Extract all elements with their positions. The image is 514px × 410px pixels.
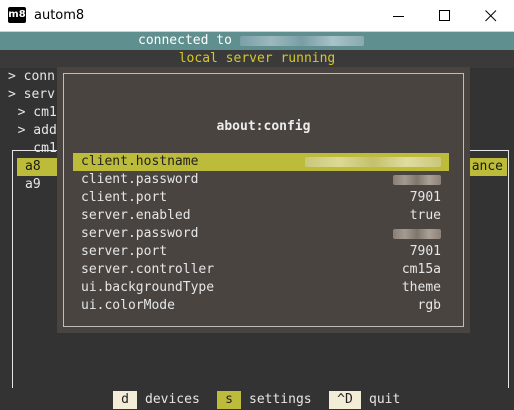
list-item-a8[interactable]: a8 [17, 158, 60, 176]
about-config-dialog: about:config client.hostname client.passw… [57, 67, 470, 333]
footer-shortcuts: d devices s settings ^D quit [0, 388, 514, 410]
config-row[interactable]: server.password [73, 225, 449, 243]
server-status-text: local server running [178, 51, 336, 66]
tree-item-cm1[interactable]: > cm1 [2, 104, 57, 122]
dialog-title: about:config [216, 119, 311, 134]
tree-item-add[interactable]: > add [2, 122, 57, 140]
config-row[interactable]: server.enabled true [73, 207, 449, 225]
shortcut-quit-key[interactable]: ^D [329, 391, 361, 409]
window-title: autom8 [34, 8, 85, 23]
config-key: ui.backgroundType [81, 280, 215, 295]
app-icon: m8 [8, 7, 26, 23]
config-value-redacted [305, 153, 441, 171]
close-icon [485, 10, 497, 22]
list-item-a9[interactable]: a9 [25, 176, 41, 194]
config-key: server.controller [81, 262, 215, 277]
config-row[interactable]: client.hostname [73, 153, 449, 171]
shortcut-quit-label[interactable]: quit [369, 391, 400, 409]
config-row[interactable]: server.controller cm15a [73, 261, 449, 279]
config-key: client.port [81, 190, 168, 205]
config-value: 7901 [409, 190, 441, 205]
config-value-redacted [393, 171, 441, 189]
shortcut-devices-label[interactable]: devices [145, 391, 200, 409]
config-value: cm15a [401, 262, 441, 277]
config-key: server.port [81, 244, 168, 259]
maximize-icon [439, 10, 450, 21]
config-value: theme [401, 280, 441, 295]
config-row[interactable]: client.password [73, 171, 449, 189]
shortcut-settings-key[interactable]: s [217, 391, 241, 409]
config-value: rgb [417, 298, 441, 313]
tree-item-server[interactable]: > serv [8, 86, 55, 104]
connection-text: connected to [138, 33, 240, 48]
config-row[interactable]: ui.backgroundType theme [73, 279, 449, 297]
window-titlebar[interactable]: m8 autom8 [0, 0, 514, 32]
config-value-redacted [393, 225, 441, 243]
config-key: ui.colorMode [81, 298, 175, 313]
config-key: server.password [81, 226, 199, 241]
minimize-button[interactable] [376, 0, 422, 31]
config-key: client.password [81, 172, 199, 187]
redacted-value [393, 174, 441, 185]
maximize-button[interactable] [422, 0, 468, 31]
minimize-icon [393, 16, 404, 17]
shortcut-devices-key[interactable]: d [113, 391, 137, 409]
config-row[interactable]: server.port 7901 [73, 243, 449, 261]
tree-item-connection[interactable]: > conn [8, 68, 55, 86]
config-value: true [409, 208, 441, 223]
server-status-bar: local server running [0, 50, 514, 68]
redacted-value [393, 228, 441, 239]
config-key: client.hostname [81, 154, 199, 169]
redacted-host [239, 35, 364, 46]
shortcut-settings-label[interactable]: settings [249, 391, 312, 409]
close-button[interactable] [468, 0, 514, 31]
terminal-area: connected to local server running > conn… [0, 32, 514, 410]
config-row[interactable]: client.port 7901 [73, 189, 449, 207]
config-row[interactable]: ui.colorMode rgb [73, 297, 449, 315]
connection-bar: connected to [0, 32, 514, 50]
config-value: 7901 [409, 244, 441, 259]
redacted-value [305, 156, 441, 167]
config-key: server.enabled [81, 208, 191, 223]
